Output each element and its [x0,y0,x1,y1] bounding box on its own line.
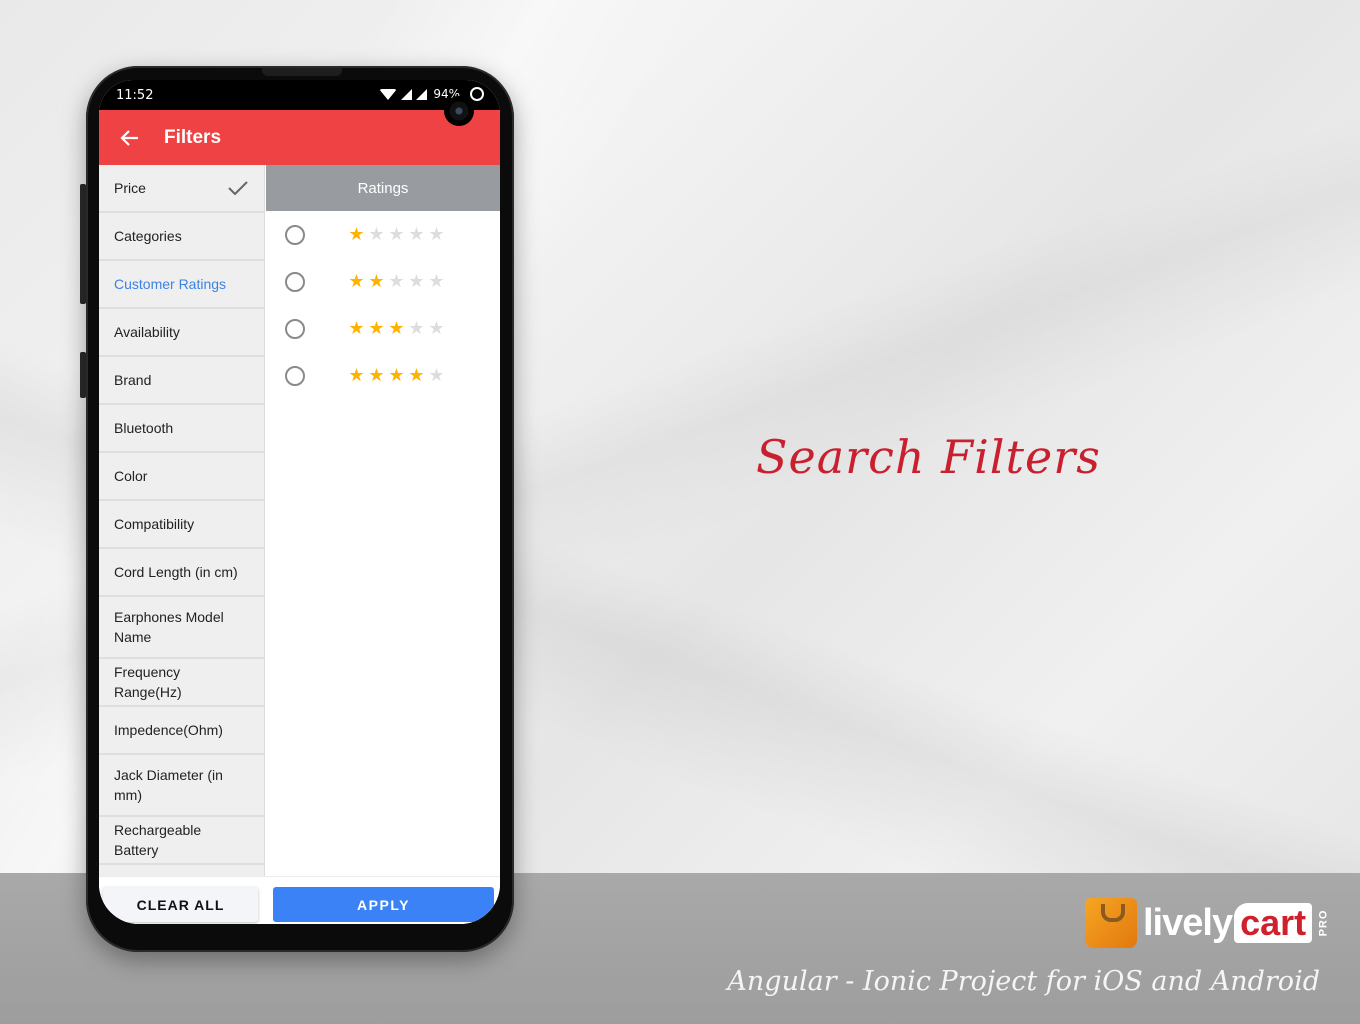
filter-category-item[interactable]: Brand [99,357,264,405]
phone-speaker [262,68,342,76]
filter-category-item[interactable]: Cord Length (in cm) [99,549,264,597]
filter-category-label: Availability [114,324,180,340]
signal-icon [401,88,413,100]
radio-button[interactable] [285,365,305,386]
star-filled-icon: ★ [388,317,405,339]
brand-logo: lively cart PRO [1085,898,1337,948]
rating-option[interactable]: ★ ★ ★ ★ ★ [266,211,500,258]
star-filled-icon: ★ [388,364,405,386]
filter-category-item[interactable]: Customer Ratings [99,261,264,309]
rating-option[interactable]: ★ ★ ★ ★ ★ [266,352,500,399]
page-title: Filters [164,126,222,148]
star-filled-icon: ★ [368,270,385,292]
shopping-bag-icon [1085,898,1137,948]
rating-option[interactable]: ★ ★ ★ ★ ★ [266,305,500,352]
battery-icon [470,87,484,101]
logo-text-lively: lively [1143,901,1233,944]
filter-category-item[interactable]: Color [99,453,264,501]
star-empty-icon: ★ [428,270,445,292]
star-rating: ★ ★ ★ ★ ★ [347,270,446,292]
checkmark-icon [228,181,248,195]
phone-screen: 11:52 94% Filters Price Categories Custome… [99,80,500,924]
apply-button[interactable]: APPLY [273,887,494,922]
rating-options: ★ ★ ★ ★ ★ ★ ★ ★ ★ ★ ★ ★ ★ ★ ★ ★ ★ ★ ★ ★ [266,211,500,399]
filter-category-label: Price [114,180,146,196]
star-empty-icon: ★ [428,317,445,339]
star-empty-icon: ★ [408,270,425,292]
filter-category-label: Brand [114,372,152,388]
wifi-icon [379,88,398,100]
filter-category-item[interactable]: Categories [99,213,264,261]
headline: Search Filters [756,430,1101,484]
star-empty-icon: ★ [428,364,445,386]
star-empty-icon: ★ [428,223,445,245]
star-filled-icon: ★ [348,364,365,386]
rating-option[interactable]: ★ ★ ★ ★ ★ [266,258,500,305]
filter-category-label: Cord Length (in cm) [114,564,238,580]
filter-category-label: Bluetooth [114,420,174,436]
star-filled-icon: ★ [408,364,425,386]
action-bar: CLEAR ALL APPLY [99,876,500,924]
radio-button[interactable] [285,318,305,339]
filter-category-item[interactable]: Frequency Range(Hz) [99,659,264,707]
back-button[interactable] [108,116,152,160]
tagline: Angular - Ionic Project for iOS and Andr… [727,966,1320,997]
filter-category-label: Rechargeable Battery [114,822,202,858]
logo-pro-badge: PRO [1317,909,1330,937]
radio-button[interactable] [285,271,305,292]
clear-all-button[interactable]: CLEAR ALL [103,887,258,922]
signal-icon [416,88,428,100]
filter-category-label: Frequency Range(Hz) [114,664,182,700]
filter-category-label: Impedence(Ohm) [114,722,223,738]
star-rating: ★ ★ ★ ★ ★ [347,223,446,245]
star-filled-icon: ★ [368,364,385,386]
filter-category-item[interactable]: Earphones Model Name [99,597,264,659]
filter-category-label: Customer Ratings [114,276,227,292]
filter-category-item[interactable]: Bluetooth [99,405,264,453]
star-filled-icon: ★ [348,270,365,292]
app-bar: Filters [99,110,500,165]
star-empty-icon: ★ [388,223,405,245]
filter-content: Price Categories Customer Ratings Availabil… [99,165,500,876]
star-empty-icon: ★ [408,223,425,245]
filter-category-label: Compatibility [114,516,195,532]
arrow-left-icon [120,129,138,146]
star-empty-icon: ★ [388,270,405,292]
filter-category-item[interactable]: Compatibility [99,501,264,549]
star-empty-icon: ★ [408,317,425,339]
filter-category-list[interactable]: Price Categories Customer Ratings Availabil… [99,165,265,876]
star-filled-icon: ★ [348,317,365,339]
filter-category-label: Color [114,468,148,484]
filter-options-panel: Ratings ★ ★ ★ ★ ★ ★ ★ ★ ★ ★ ★ ★ ★ ★ ★ ★ ★ ★ ★ ★ [266,165,500,876]
filter-category-item[interactable]: Rechargeable Battery [99,817,264,865]
panel-title: Ratings [266,165,500,211]
logo-text-cart: cart [1234,903,1313,943]
star-rating: ★ ★ ★ ★ ★ [347,317,446,339]
filter-category-item[interactable]: Availability [99,309,264,357]
filter-category-label: Jack Diameter (in mm) [114,767,223,803]
star-rating: ★ ★ ★ ★ ★ [347,364,446,386]
filter-category-label: Categories [114,228,182,244]
filter-category-item[interactable]: Price [99,165,264,213]
filter-category-label: Earphones Model Name [114,609,224,645]
filter-category-item[interactable]: Impedence(Ohm) [99,707,264,755]
status-bar: 11:52 94% [99,80,500,110]
status-time: 11:52 [116,88,154,103]
filter-category-item[interactable]: Jack Diameter (in mm) [99,755,264,817]
star-empty-icon: ★ [368,223,385,245]
front-camera [444,96,474,126]
radio-button[interactable] [285,224,305,245]
star-filled-icon: ★ [348,223,365,245]
star-filled-icon: ★ [368,317,385,339]
